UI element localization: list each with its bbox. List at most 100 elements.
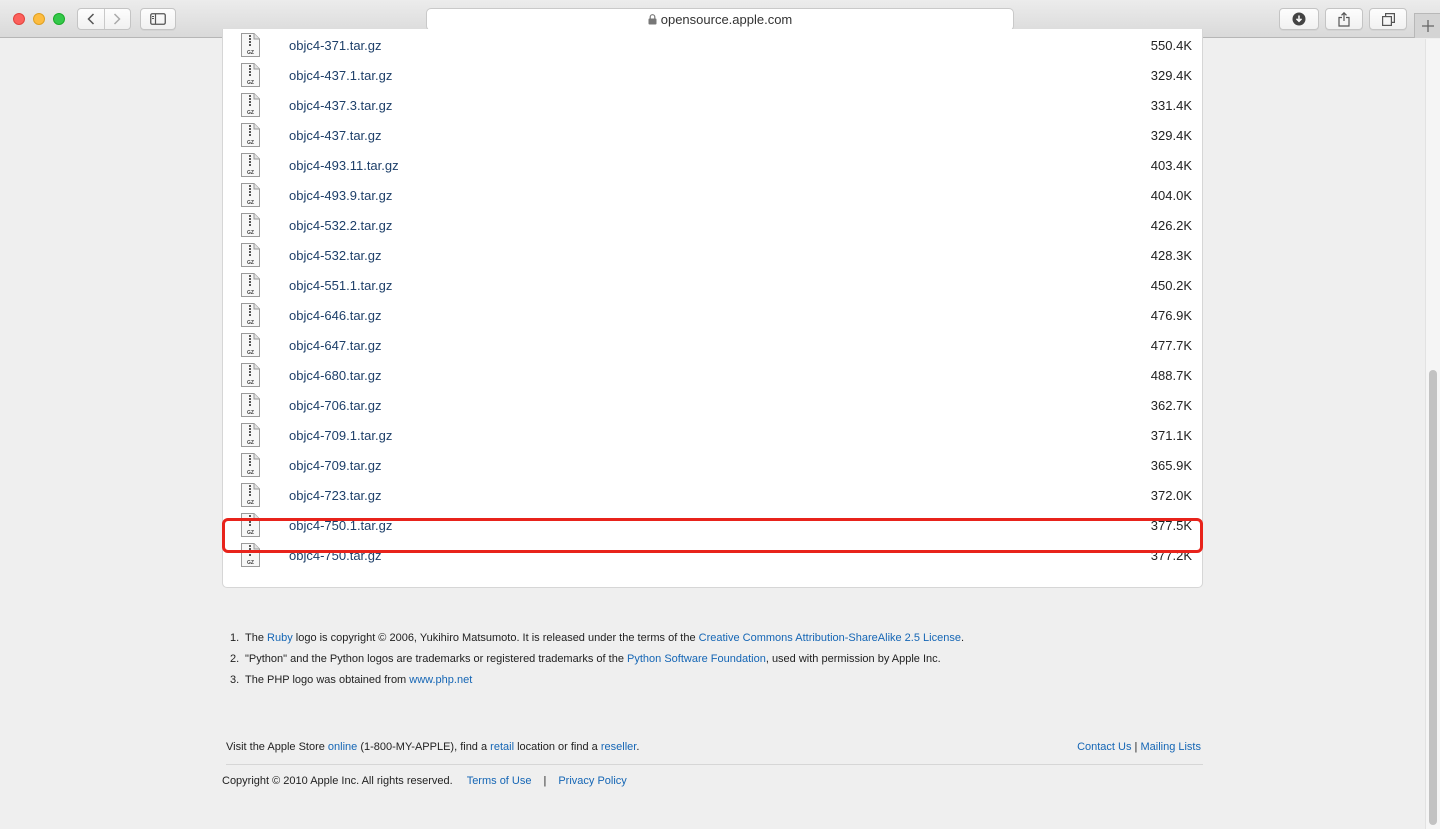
privacy-policy-link[interactable]: Privacy Policy xyxy=(558,775,626,787)
gz-file-icon: GZ xyxy=(241,93,260,117)
file-size: 477.7K xyxy=(1150,337,1192,353)
tabs-icon xyxy=(1381,12,1395,26)
python-foundation-link[interactable]: Python Software Foundation xyxy=(627,653,766,665)
contact-us-link[interactable]: Contact Us xyxy=(1077,741,1131,753)
file-row: GZ objc4-750.tar.gz 377.2K xyxy=(223,540,1202,570)
file-link[interactable]: objc4-646.tar.gz xyxy=(289,308,382,323)
file-size: 377.5K xyxy=(1150,517,1192,533)
file-link[interactable]: objc4-371.tar.gz xyxy=(289,38,382,53)
apple-store-text: Visit the Apple Store online (1-800-MY-A… xyxy=(226,741,639,753)
footnotes: 1. The Ruby logo is copyright © 2006, Yuk… xyxy=(230,630,964,693)
gz-file-icon: GZ xyxy=(241,63,260,87)
file-size: 372.0K xyxy=(1150,487,1192,503)
gz-file-icon: GZ xyxy=(241,213,260,237)
footnote-number: 2. xyxy=(230,653,240,665)
mailing-lists-link[interactable]: Mailing Lists xyxy=(1140,741,1201,753)
forward-button[interactable] xyxy=(103,9,131,29)
file-link[interactable]: objc4-493.9.tar.gz xyxy=(289,188,392,203)
file-row: GZ objc4-532.tar.gz 428.3K xyxy=(223,240,1202,270)
store-text: Visit the Apple Store xyxy=(226,741,328,753)
file-size: 377.2K xyxy=(1150,547,1192,563)
php-link[interactable]: www.php.net xyxy=(409,674,472,686)
gz-file-icon: GZ xyxy=(241,453,260,477)
file-link[interactable]: objc4-437.3.tar.gz xyxy=(289,98,392,113)
file-link[interactable]: objc4-437.1.tar.gz xyxy=(289,68,392,83)
file-size: 371.1K xyxy=(1150,427,1192,443)
footer-divider xyxy=(226,764,1203,765)
file-link[interactable]: objc4-532.tar.gz xyxy=(289,248,382,263)
file-link[interactable]: objc4-647.tar.gz xyxy=(289,338,382,353)
gz-file-icon: GZ xyxy=(241,483,260,507)
downloads-button[interactable] xyxy=(1279,8,1319,30)
file-link[interactable]: objc4-493.11.tar.gz xyxy=(289,158,399,173)
gz-file-icon: GZ xyxy=(241,183,260,207)
footer-separator: | xyxy=(543,775,547,787)
file-row: GZ objc4-371.tar.gz 550.4K xyxy=(223,30,1202,60)
svg-text:GZ: GZ xyxy=(247,230,254,236)
creative-commons-link[interactable]: Creative Commons Attribution-ShareAlike … xyxy=(699,632,961,644)
footnote-text: The PHP logo was obtained from xyxy=(245,674,410,686)
store-text: location or find a xyxy=(514,741,601,753)
file-row: GZ objc4-706.tar.gz 362.7K xyxy=(223,390,1202,420)
back-button[interactable] xyxy=(78,9,104,29)
file-link[interactable]: objc4-709.tar.gz xyxy=(289,458,382,473)
store-text: . xyxy=(636,741,640,753)
share-button[interactable] xyxy=(1325,8,1363,30)
gz-file-icon: GZ xyxy=(241,123,260,147)
gz-file-icon: GZ xyxy=(241,303,260,327)
gz-file-icon: GZ xyxy=(241,33,260,57)
gz-file-icon: GZ xyxy=(241,333,260,357)
file-link[interactable]: objc4-750.1.tar.gz xyxy=(289,518,392,533)
show-tabs-button[interactable] xyxy=(1369,8,1407,30)
store-reseller-link[interactable]: reseller xyxy=(601,741,636,753)
address-bar[interactable]: opensource.apple.com xyxy=(426,8,1014,31)
ruby-link[interactable]: Ruby xyxy=(267,632,293,644)
file-link[interactable]: objc4-532.2.tar.gz xyxy=(289,218,392,233)
footnote-text: . xyxy=(960,632,965,644)
svg-text:GZ: GZ xyxy=(247,560,254,566)
file-link[interactable]: objc4-551.1.tar.gz xyxy=(289,278,392,293)
window-minimize-button[interactable] xyxy=(33,13,45,25)
gz-file-icon: GZ xyxy=(241,363,260,387)
window-close-button[interactable] xyxy=(13,13,25,25)
file-link[interactable]: objc4-709.1.tar.gz xyxy=(289,428,392,443)
svg-text:GZ: GZ xyxy=(247,410,254,416)
file-link[interactable]: objc4-723.tar.gz xyxy=(289,488,382,503)
file-size: 450.2K xyxy=(1150,277,1192,293)
footnote-2: 2. "Python" and the Python logos are trad… xyxy=(230,651,964,672)
file-row: GZ objc4-723.tar.gz 372.0K xyxy=(223,480,1202,510)
file-link[interactable]: objc4-750.tar.gz xyxy=(289,548,382,563)
svg-text:GZ: GZ xyxy=(247,140,254,146)
url-text: opensource.apple.com xyxy=(660,12,793,27)
file-size: 476.9K xyxy=(1150,307,1192,323)
terms-of-use-link[interactable]: Terms of Use xyxy=(467,775,532,787)
gz-file-icon: GZ xyxy=(241,543,260,567)
store-retail-link[interactable]: retail xyxy=(490,741,514,753)
file-row: GZ objc4-680.tar.gz 488.7K xyxy=(223,360,1202,390)
sidebar-toggle-button[interactable] xyxy=(140,8,176,30)
chevron-left-icon xyxy=(87,13,94,25)
gz-file-icon: GZ xyxy=(241,273,260,297)
svg-text:GZ: GZ xyxy=(247,380,254,386)
file-size: 329.4K xyxy=(1150,67,1192,83)
file-row: GZ objc4-437.tar.gz 329.4K xyxy=(223,120,1202,150)
file-size: 403.4K xyxy=(1150,157,1192,173)
file-link[interactable]: objc4-680.tar.gz xyxy=(289,368,382,383)
file-link[interactable]: objc4-437.tar.gz xyxy=(289,128,382,143)
svg-text:GZ: GZ xyxy=(247,320,254,326)
new-tab-button[interactable] xyxy=(1414,13,1440,38)
store-online-link[interactable]: online xyxy=(328,741,357,753)
file-link[interactable]: objc4-706.tar.gz xyxy=(289,398,382,413)
file-row: GZ objc4-551.1.tar.gz 450.2K xyxy=(223,270,1202,300)
svg-text:GZ: GZ xyxy=(247,170,254,176)
page-content: GZ objc4-371.tar.gz 550.4K GZ objc4-437.1… xyxy=(0,29,1425,829)
chevron-right-icon xyxy=(114,13,121,25)
window-maximize-button[interactable] xyxy=(53,13,65,25)
file-size: 428.3K xyxy=(1150,247,1192,263)
scrollbar-thumb[interactable] xyxy=(1429,370,1437,825)
footnote-text: , used with permission by Apple Inc. xyxy=(765,653,941,665)
copyright-text: Copyright © 2010 Apple Inc. All rights r… xyxy=(222,775,453,787)
file-row: GZ objc4-647.tar.gz 477.7K xyxy=(223,330,1202,360)
download-icon xyxy=(1292,12,1306,26)
file-list: GZ objc4-371.tar.gz 550.4K GZ objc4-437.1… xyxy=(222,29,1203,588)
